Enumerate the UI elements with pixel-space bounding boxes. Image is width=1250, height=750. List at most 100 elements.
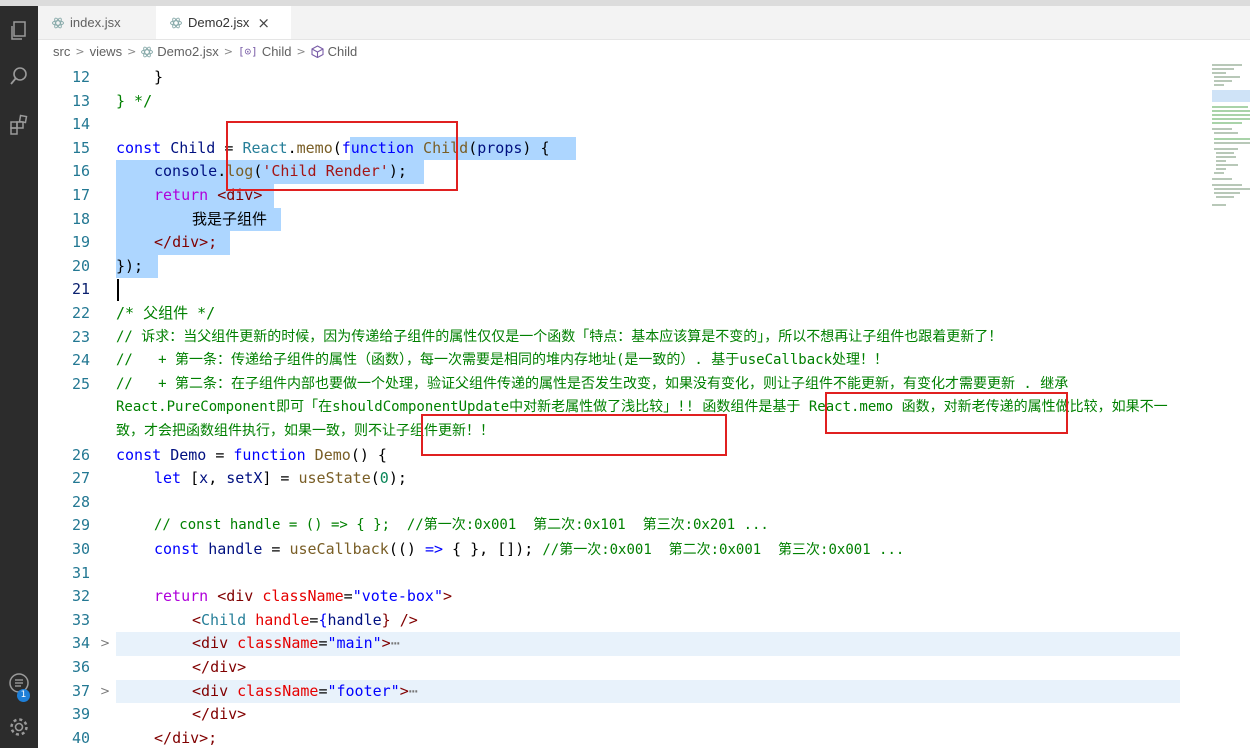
line-number: 15 bbox=[71, 138, 90, 157]
code-text: 我是子组件 bbox=[192, 209, 268, 228]
code-line: 12 } bbox=[38, 66, 1218, 90]
annotation-box-react-memo-comment bbox=[825, 392, 1068, 434]
folded-ellipsis[interactable]: ⋯ bbox=[391, 634, 400, 652]
code-line: 13 } */ bbox=[38, 90, 1218, 114]
code-text: </div>; bbox=[154, 728, 218, 747]
code-line: 40 </div>; bbox=[38, 727, 1218, 750]
code-line: 34 > <div className="main">⋯ bbox=[38, 632, 1218, 656]
minimap-selection bbox=[1212, 90, 1250, 102]
line-number: 34 bbox=[71, 634, 90, 653]
code-line: 23 // 诉求：当父组件更新的时候，因为传递给子组件的属性仅仅是一个函数「特点… bbox=[38, 326, 1218, 350]
breadcrumb-variable[interactable]: [⊙] Child bbox=[238, 44, 292, 59]
line-number: 16 bbox=[71, 162, 90, 181]
variable-icon: [⊙] bbox=[237, 45, 258, 58]
code-line: 17 return <div> bbox=[38, 184, 1218, 208]
code-comment: // 诉求：当父组件更新的时候，因为传递给子组件的属性仅仅是一个函数「特点：基本… bbox=[116, 328, 1003, 345]
chevron-right-icon: > bbox=[296, 45, 306, 58]
line-number: 17 bbox=[71, 186, 90, 204]
tab-index-jsx[interactable]: index.jsx bbox=[38, 6, 170, 39]
line-number: 22 bbox=[71, 304, 90, 322]
gear-icon[interactable] bbox=[4, 712, 34, 742]
code-text: </div> bbox=[192, 705, 247, 724]
line-number: 28 bbox=[71, 492, 90, 511]
tab-demo2-jsx[interactable]: Demo2.jsx × bbox=[156, 6, 291, 39]
react-file-icon bbox=[141, 46, 154, 57]
code-text: </div> bbox=[192, 658, 247, 676]
code-line: 37 > <div className="footer">⋯ bbox=[38, 680, 1218, 704]
code-line: 32 return <div className="vote-box"> bbox=[38, 585, 1218, 609]
line-number: 23 bbox=[71, 327, 90, 346]
breadcrumb-function[interactable]: Child bbox=[311, 44, 358, 59]
text-cursor bbox=[117, 279, 119, 301]
line-number: 31 bbox=[71, 563, 90, 582]
line-number: 21 bbox=[71, 280, 90, 299]
code-comment: /* 父组件 */ bbox=[116, 304, 216, 322]
code-line: 16 console.log('Child Render'); bbox=[38, 160, 1218, 184]
line-number: 36 bbox=[71, 658, 90, 676]
code-line: 15 const Child = React.memo(function Chi… bbox=[38, 137, 1218, 161]
line-number: 39 bbox=[71, 705, 90, 724]
editor-tab-bar: index.jsx Demo2.jsx × bbox=[38, 6, 1250, 40]
breadcrumb-src[interactable]: src bbox=[53, 44, 70, 59]
chevron-right-icon[interactable]: > bbox=[98, 632, 112, 656]
code-line: 21 bbox=[38, 278, 1218, 302]
line-number: 27 bbox=[71, 469, 90, 488]
code-line: 39 </div> bbox=[38, 703, 1218, 727]
react-file-icon bbox=[170, 17, 182, 29]
code-text: <div className="main">⋯ bbox=[192, 634, 400, 653]
line-number: 14 bbox=[71, 115, 90, 134]
minimap[interactable] bbox=[1180, 64, 1250, 748]
line-number: 29 bbox=[71, 516, 90, 535]
code-line: 20 }); bbox=[38, 255, 1218, 279]
code-text: const Demo = function Demo() { bbox=[116, 445, 387, 464]
line-number: 40 bbox=[71, 728, 90, 747]
line-number: 32 bbox=[71, 587, 90, 606]
code-line: 19 </div>; bbox=[38, 231, 1218, 255]
code-line: 31 bbox=[38, 562, 1218, 586]
code-text: return <div className="vote-box"> bbox=[154, 587, 453, 606]
search-icon[interactable] bbox=[4, 61, 34, 91]
line-number: 12 bbox=[71, 68, 90, 86]
code-line: 29 // const handle = () => { }; //第一次:0x… bbox=[38, 514, 1218, 538]
code-comment: // const handle = () => { }; //第一次:0x001… bbox=[154, 517, 769, 534]
code-line: 18 我是子组件 bbox=[38, 208, 1218, 232]
code-text: } */ bbox=[116, 91, 153, 110]
code-line: 28 bbox=[38, 491, 1218, 515]
line-number: 19 bbox=[71, 233, 90, 252]
breadcrumb-function-label: Child bbox=[327, 44, 358, 59]
line-number: 26 bbox=[71, 445, 90, 464]
code-text: </div>; bbox=[154, 233, 218, 252]
explorer-files-icon[interactable] bbox=[4, 16, 34, 46]
cube-icon bbox=[311, 45, 324, 58]
code-line: 36 </div> bbox=[38, 656, 1218, 680]
code-line: 14 bbox=[38, 113, 1218, 137]
react-file-icon bbox=[52, 17, 64, 29]
chevron-right-icon: > bbox=[223, 45, 233, 58]
notification-badge: 1 bbox=[17, 689, 30, 702]
line-number: 20 bbox=[71, 256, 90, 275]
chevron-right-icon: > bbox=[127, 45, 137, 58]
code-comment: // + 第一条：传递给子组件的属性（函数），每一次需要是相同的堆内存地址(是一… bbox=[116, 352, 889, 369]
breadcrumb-file[interactable]: Demo2.jsx bbox=[141, 44, 219, 59]
code-line: 30 const handle = useCallback(() => { },… bbox=[38, 538, 1218, 562]
line-number: 18 bbox=[71, 209, 90, 228]
line-number: 25 bbox=[71, 374, 90, 393]
extensions-icon[interactable] bbox=[4, 110, 34, 140]
breadcrumb-file-label: Demo2.jsx bbox=[157, 44, 219, 59]
breadcrumb-views[interactable]: views bbox=[90, 44, 123, 59]
close-icon[interactable]: × bbox=[257, 14, 270, 32]
line-number: 24 bbox=[71, 351, 90, 370]
line-number: 33 bbox=[71, 610, 90, 629]
code-line: 27 let [x, setX] = useState(0); bbox=[38, 467, 1218, 491]
chevron-right-icon: > bbox=[75, 45, 85, 58]
tab-label: index.jsx bbox=[70, 15, 121, 30]
activity-bar: 1 bbox=[0, 6, 38, 748]
annotation-box-compare-comment bbox=[421, 414, 727, 456]
code-text: <Child handle={handle} /> bbox=[192, 610, 418, 629]
chevron-right-icon[interactable]: > bbox=[98, 680, 112, 704]
code-editor[interactable]: 12 } 13 } */ 14 15 const Child = React.m… bbox=[38, 64, 1250, 748]
code-text: }); bbox=[116, 256, 144, 275]
folded-ellipsis[interactable]: ⋯ bbox=[409, 682, 418, 700]
line-number: 30 bbox=[71, 540, 90, 558]
code-text: <div className="footer">⋯ bbox=[192, 681, 418, 700]
